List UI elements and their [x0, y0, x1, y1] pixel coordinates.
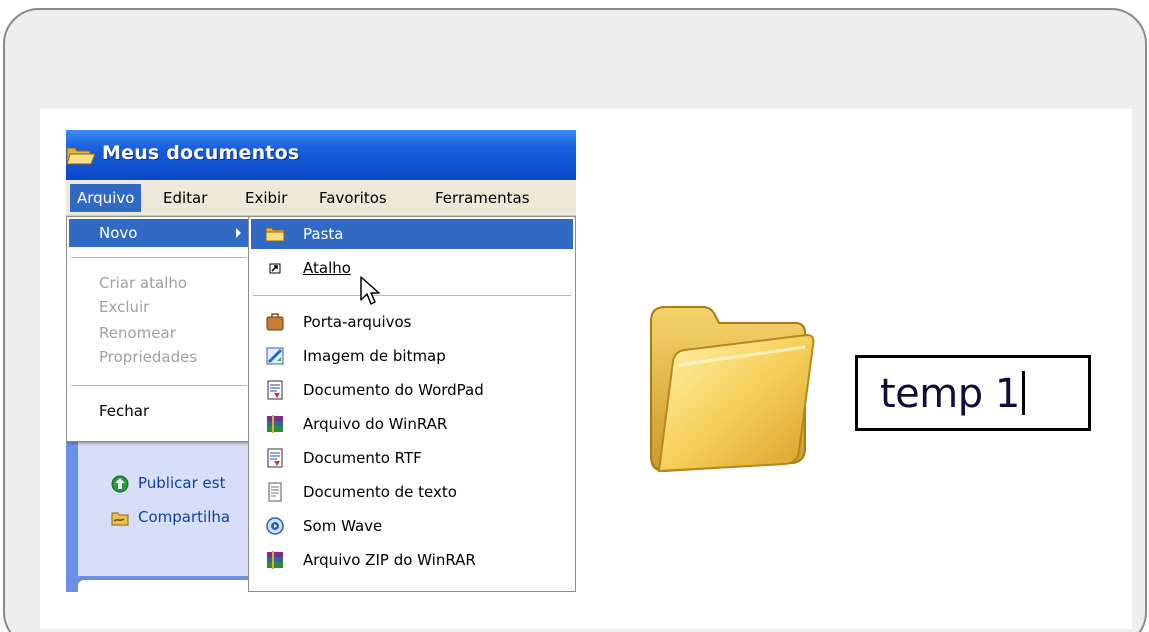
briefcase-icon: [266, 313, 284, 331]
submenu-atalho[interactable]: Atalho: [251, 253, 573, 283]
text-caret: [1021, 371, 1025, 415]
menu-arquivo[interactable]: Arquivo: [70, 184, 142, 212]
submenu-documento-rtf[interactable]: Documento RTF: [251, 443, 573, 473]
submenu-atalho-label: Atalho: [303, 259, 351, 277]
menu-ferramentas[interactable]: Ferramentas: [428, 184, 537, 212]
illustration-stage: Meus documentos Arquivo Editar Exibir Fa…: [40, 109, 1132, 629]
menu-separator: [71, 257, 247, 258]
submenu-arquivo-winrar-label: Arquivo do WinRAR: [303, 415, 448, 433]
file-menu: Novo Criar atalho Excluir Renomear Propr…: [66, 216, 252, 442]
folder-open-icon: [66, 147, 96, 165]
submenu-documento-wordpad[interactable]: Documento do WordPad: [251, 375, 573, 405]
submenu-porta-arquivos-label: Porta-arquivos: [303, 313, 412, 331]
folder-icon: [265, 227, 285, 242]
mouse-cursor-icon: [360, 276, 380, 305]
new-folder-icon: [650, 306, 815, 473]
explorer-window: Meus documentos Arquivo Editar Exibir Fa…: [66, 130, 576, 592]
wordpad-document-icon: [267, 380, 283, 400]
submenu-imagem-bitmap-label: Imagem de bitmap: [303, 347, 446, 365]
file-menu-fechar[interactable]: Fechar: [69, 397, 249, 425]
file-menu-propriedades[interactable]: Propriedades: [69, 343, 249, 371]
task-pane-next-card: [78, 580, 266, 592]
menu-exibir[interactable]: Exibir: [238, 184, 294, 212]
menu-separator: [71, 385, 247, 386]
submenu-arquivo-winrar[interactable]: Arquivo do WinRAR: [251, 409, 573, 439]
submenu-arquivo-zip-winrar[interactable]: Arquivo ZIP do WinRAR: [251, 545, 573, 575]
task-pane-card: [78, 436, 266, 576]
winrar-archive-icon: [267, 415, 283, 433]
submenu-documento-rtf-label: Documento RTF: [303, 449, 422, 467]
submenu-imagem-bitmap[interactable]: Imagem de bitmap: [251, 341, 573, 371]
illustration-frame: Meus documentos Arquivo Editar Exibir Fa…: [3, 8, 1147, 632]
menu-separator: [253, 295, 571, 296]
wave-sound-icon: [266, 517, 284, 535]
bitmap-image-icon: [266, 347, 284, 365]
text-document-icon: [268, 482, 282, 502]
menu-editar[interactable]: Editar: [156, 184, 214, 212]
window-title: Meus documentos: [102, 142, 300, 164]
shortcut-icon: [269, 263, 281, 274]
publish-web-icon: [111, 475, 129, 493]
winrar-zip-icon: [267, 551, 283, 569]
new-submenu: Pasta Atalho Porta-arquivos Imagem de bi…: [248, 216, 576, 592]
rtf-document-icon: [267, 448, 283, 468]
submenu-som-wave-label: Som Wave: [303, 517, 383, 535]
submenu-porta-arquivos[interactable]: Porta-arquivos: [251, 307, 573, 337]
rename-value: temp 1: [880, 371, 1020, 417]
menu-favoritos[interactable]: Favoritos: [312, 184, 394, 212]
menu-bar: Arquivo Editar Exibir Favoritos Ferramen…: [66, 180, 576, 216]
submenu-documento-wordpad-label: Documento do WordPad: [303, 381, 484, 399]
file-menu-novo-label: Novo: [99, 224, 138, 242]
rename-input-text: temp 1: [880, 370, 1025, 418]
submenu-arrow-icon: [236, 228, 241, 238]
title-bar[interactable]: Meus documentos: [66, 130, 576, 180]
submenu-arquivo-zip-winrar-label: Arquivo ZIP do WinRAR: [303, 551, 476, 569]
file-menu-novo[interactable]: Novo: [69, 219, 249, 247]
rename-input[interactable]: temp 1: [855, 355, 1091, 431]
share-folder-icon: [111, 512, 129, 526]
submenu-documento-texto-label: Documento de texto: [303, 483, 457, 501]
file-menu-excluir[interactable]: Excluir: [69, 293, 249, 321]
submenu-pasta[interactable]: Pasta: [251, 219, 573, 249]
submenu-pasta-label: Pasta: [303, 225, 344, 243]
submenu-documento-texto[interactable]: Documento de texto: [251, 477, 573, 507]
submenu-som-wave[interactable]: Som Wave: [251, 511, 573, 541]
